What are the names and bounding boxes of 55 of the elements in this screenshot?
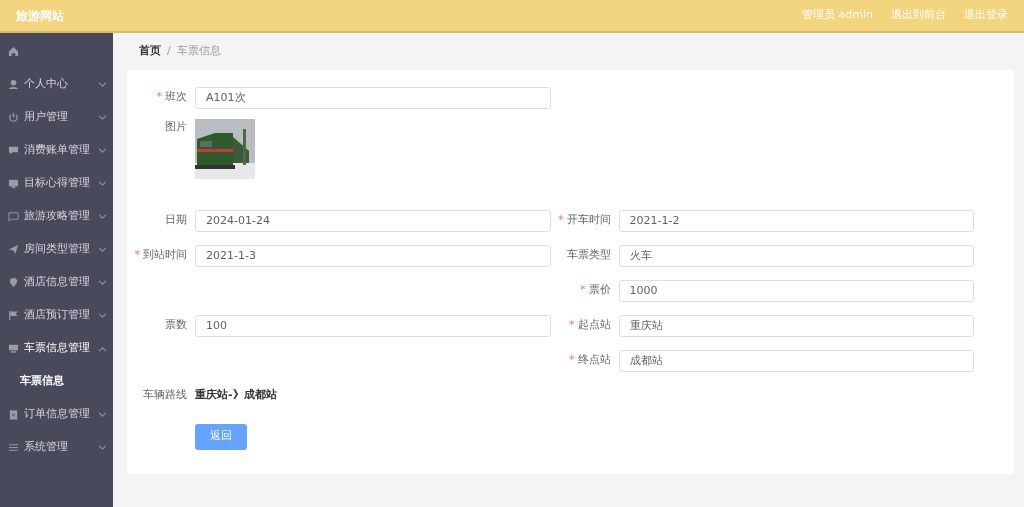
input-field[interactable]: 2024-01-24 (195, 209, 551, 232)
input-field[interactable]: 100 (195, 314, 551, 337)
field-label: 票价 (588, 282, 611, 299)
power-icon (8, 112, 19, 123)
input-field[interactable]: 火车 (618, 244, 974, 267)
field-label: 车辆路线 (142, 387, 188, 404)
required-mark: * (156, 89, 162, 106)
sidebar-item[interactable]: 目标心得管理 (0, 167, 113, 200)
field-label: 开车时间 (566, 212, 611, 229)
field-label: 终点站 (577, 352, 611, 369)
flag-icon (8, 310, 19, 321)
sidebar-item[interactable]: 个人中心 (0, 68, 113, 101)
home-icon (8, 46, 19, 57)
required-mark: * (569, 352, 575, 369)
input-field[interactable]: 重庆站 (618, 314, 974, 337)
route-text: 重庆站-》成都站 (195, 387, 277, 404)
input-field[interactable]: 2021-1-2 (618, 209, 974, 232)
field-label: 日期 (165, 212, 187, 229)
sidebar-item[interactable]: 酒店信息管理 (0, 266, 113, 299)
field-label: 到站时间 (143, 247, 187, 264)
input-field[interactable]: 1000 (618, 279, 974, 302)
clipboard-icon (8, 409, 19, 420)
field-label: 车票类型 (566, 247, 611, 264)
sidebar-item[interactable]: 旅游攻略管理 (0, 200, 113, 233)
sidebar-item[interactable]: 消费账单管理 (0, 134, 113, 167)
required-mark: * (134, 247, 140, 264)
user-icon (8, 79, 19, 90)
sidebar-item[interactable]: 用户管理 (0, 101, 113, 134)
sliders-icon (8, 442, 19, 453)
required-mark: * (580, 282, 586, 299)
breadcrumb-separator: / (167, 43, 171, 60)
monitor-icon (8, 343, 19, 354)
input-field[interactable]: A101次 (195, 86, 551, 109)
send-icon (8, 244, 19, 255)
monitor-icon (8, 178, 19, 189)
breadcrumb-item[interactable]: 首页 (139, 43, 161, 60)
field-label: 票数 (165, 317, 187, 334)
sidebar-item[interactable]: 车票信息管理 (0, 332, 113, 365)
field-label: 班次 (165, 89, 187, 106)
required-mark: * (558, 212, 564, 229)
sidebar-item[interactable]: 房间类型管理 (0, 233, 113, 266)
field-label: 图片 (164, 119, 188, 135)
input-field[interactable]: 2021-1-3 (195, 244, 551, 267)
sidebar-item[interactable]: 订单信息管理 (0, 398, 113, 431)
site-title: 旅游网站 (16, 7, 64, 25)
sidebar-item[interactable]: 酒店预订管理 (0, 299, 113, 332)
breadcrumb-item: 车票信息 (176, 43, 221, 60)
location-icon (8, 277, 19, 288)
submenu-item[interactable]: 车票信息 (0, 365, 113, 398)
sidebar-item[interactable]: 系统管理 (0, 431, 113, 464)
required-mark: * (569, 317, 575, 334)
chat-icon (8, 211, 19, 222)
message-icon (8, 145, 19, 156)
input-field[interactable]: 成都站 (618, 349, 974, 372)
field-label: 起点站 (577, 317, 611, 334)
